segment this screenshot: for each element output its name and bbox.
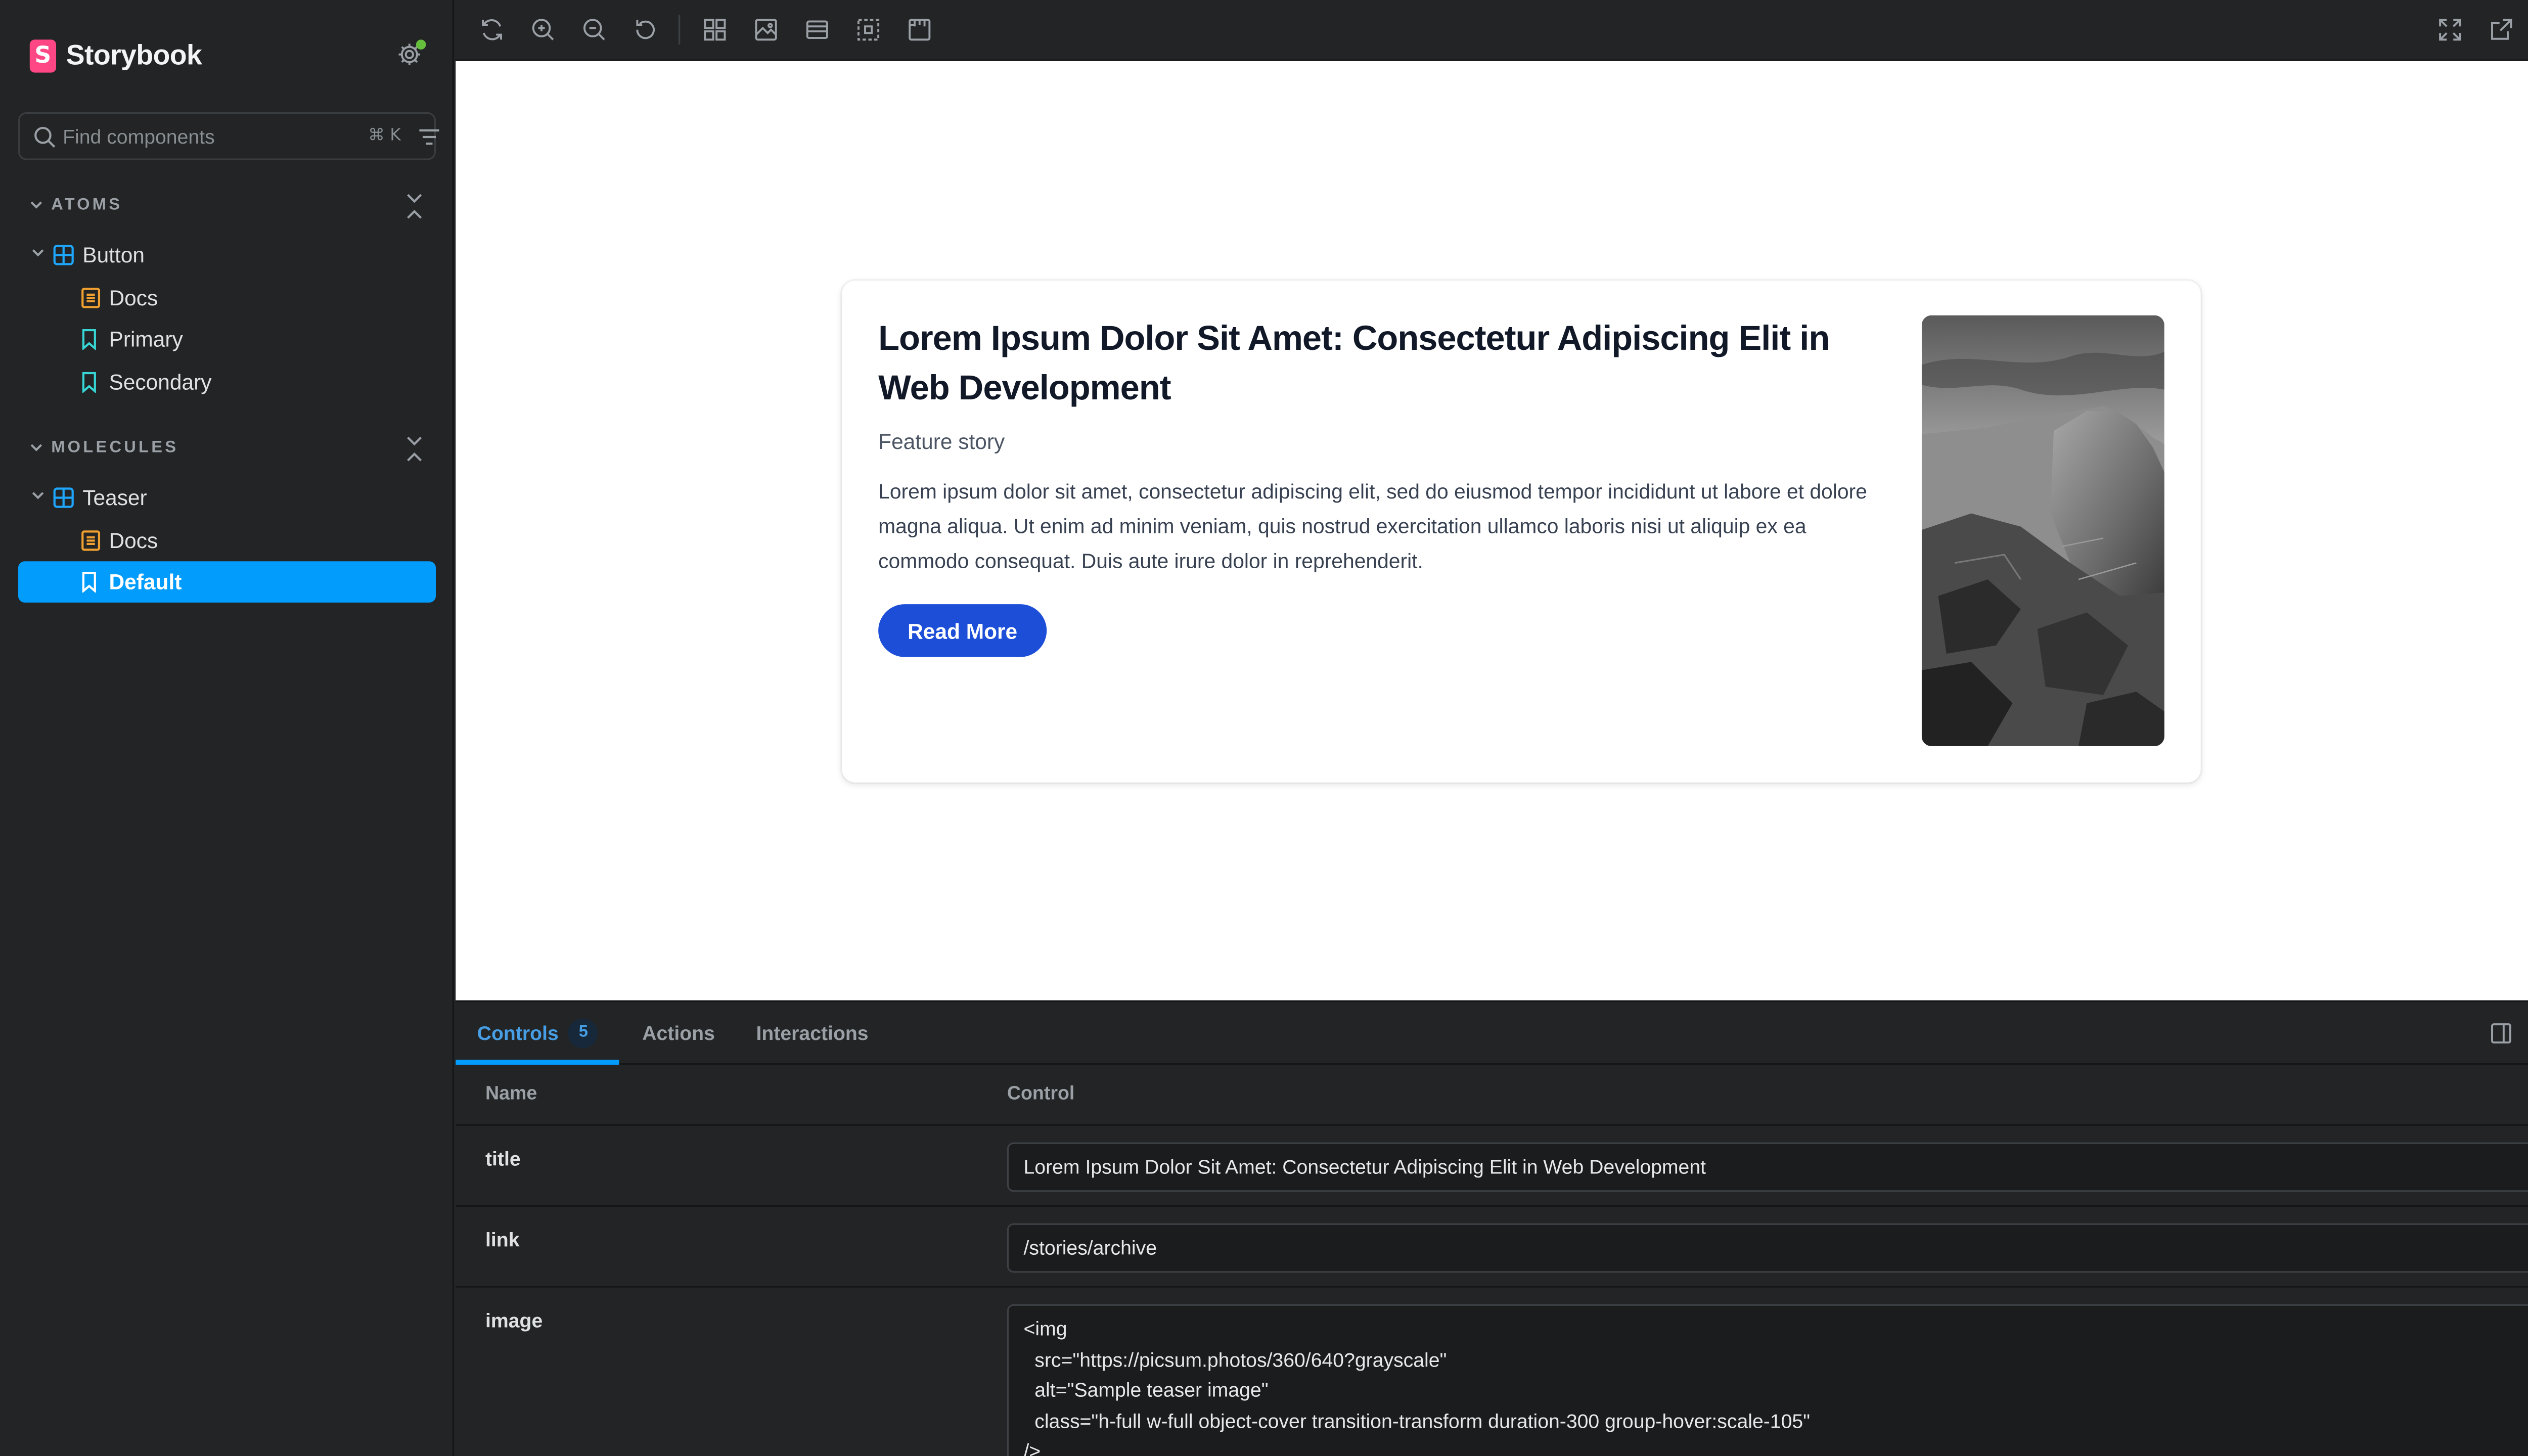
bookmark-icon <box>82 372 96 393</box>
sidebar-item-button-primary[interactable]: Primary <box>18 318 436 360</box>
fullscreen-icon[interactable] <box>2437 17 2463 43</box>
update-indicator <box>416 39 426 50</box>
filter-icon[interactable] <box>418 125 441 149</box>
brand-name: Storybook <box>66 39 202 71</box>
panel-orientation-icon[interactable] <box>2490 1022 2513 1045</box>
sidebar-item-button-docs[interactable]: Docs <box>18 278 436 319</box>
zoom-in-icon[interactable] <box>530 17 556 43</box>
tab-label: Interactions <box>756 1022 869 1045</box>
group-label: ATOMS <box>51 195 123 214</box>
chevron-down-icon <box>30 201 42 209</box>
group-header-molecules[interactable]: MOLECULES <box>28 434 179 461</box>
outline-icon[interactable] <box>855 17 881 43</box>
component-icon <box>53 245 74 265</box>
viewport-icon[interactable] <box>804 17 830 43</box>
title-input[interactable]: Lorem Ipsum Dolor Sit Amet: Consectetur … <box>1007 1142 2528 1192</box>
reset-zoom-icon[interactable] <box>633 17 659 43</box>
sidebar-item-label: Secondary <box>109 370 212 395</box>
link-input[interactable]: /stories/archive <box>1007 1223 2528 1273</box>
search-icon <box>34 126 56 148</box>
tab-interactions[interactable]: Interactions <box>756 1002 869 1065</box>
active-tab-indicator <box>456 1060 619 1065</box>
group-header-atoms[interactable]: ATOMS <box>28 192 123 218</box>
chevron-down-icon <box>30 444 42 451</box>
control-name: link <box>485 1228 520 1252</box>
tab-actions[interactable]: Actions <box>642 1002 715 1065</box>
controls-count-badge: 5 <box>568 1018 599 1049</box>
control-row-title: title Lorem Ipsum Dolor Sit Amet: Consec… <box>456 1126 2528 1207</box>
measure-icon[interactable] <box>907 17 933 43</box>
background-icon[interactable] <box>753 17 779 43</box>
sidebar-item-label: Teaser <box>82 485 147 510</box>
sidebar-item-button[interactable]: Button <box>18 235 436 276</box>
bookmark-icon <box>82 329 96 350</box>
control-name: image <box>485 1309 543 1333</box>
chevron-down-icon <box>32 249 44 257</box>
collapse-all-icon[interactable] <box>403 434 426 464</box>
teaser-title: Lorem Ipsum Dolor Sit Amet: Consectetur … <box>878 320 1830 408</box>
document-icon <box>81 288 101 308</box>
sidebar-item-label: Default <box>109 569 182 595</box>
addon-tabs: Controls 5 Actions Interactions <box>456 1002 2528 1065</box>
sidebar-item-label: Docs <box>109 528 158 553</box>
collapse-all-icon[interactable] <box>403 192 426 221</box>
sidebar-item-label: Primary <box>109 327 183 352</box>
group-label: MOLECULES <box>51 438 179 457</box>
storybook-logo-icon: S <box>29 39 57 73</box>
document-icon <box>81 530 101 551</box>
tab-label: Actions <box>642 1022 715 1045</box>
settings-button[interactable] <box>396 39 426 71</box>
story-canvas: Lorem Ipsum Dolor Sit Amet: Consectetur … <box>456 61 2528 1000</box>
column-control: Control <box>1007 1084 1075 1105</box>
zoom-out-icon[interactable] <box>581 17 607 43</box>
search-box: ⌘ K <box>18 112 439 160</box>
tab-controls[interactable]: Controls 5 <box>477 1002 599 1065</box>
search-input[interactable] <box>63 114 352 159</box>
sidebar-item-label: Button <box>82 242 145 267</box>
read-more-button[interactable]: Read More <box>878 604 1047 657</box>
toolbar-separator <box>679 15 681 45</box>
storybook-logo[interactable]: S Storybook <box>29 39 202 73</box>
control-row-link: link /stories/archive <box>456 1207 2528 1288</box>
search-shortcut: ⌘ K <box>368 127 401 146</box>
component-icon <box>53 487 74 508</box>
sidebar-item-teaser[interactable]: Teaser <box>18 477 436 519</box>
teaser-body: Lorem ipsum dolor sit amet, consectetur … <box>878 480 1867 573</box>
reload-icon[interactable] <box>479 17 505 43</box>
image-textarea[interactable]: <img src="https://picsum.photos/360/640?… <box>1007 1304 2528 1456</box>
tab-label: Controls <box>477 1022 559 1045</box>
control-row-image: image <img src="https://picsum.photos/36… <box>456 1288 2528 1456</box>
preview-toolbar <box>456 0 2528 61</box>
controls-table-header: Name Control <box>456 1065 2528 1126</box>
column-name: Name <box>485 1084 537 1105</box>
sidebar-item-button-secondary[interactable]: Secondary <box>18 361 436 403</box>
bookmark-icon <box>82 571 96 593</box>
sidebar-item-teaser-default[interactable]: Default <box>18 561 436 603</box>
control-name: title <box>485 1147 521 1171</box>
chevron-down-icon <box>32 492 44 499</box>
sidebar-item-label: Docs <box>109 285 158 310</box>
grid-icon[interactable] <box>702 17 728 43</box>
sidebar-item-teaser-docs[interactable]: Docs <box>18 520 436 562</box>
sidebar: S Storybook ⌘ K ATOMS <box>0 0 454 1456</box>
teaser-image <box>1921 315 2164 746</box>
teaser-subtitle: Feature story <box>878 429 1005 454</box>
addons-panel: Controls 5 Actions Interactions Name Con… <box>456 1000 2528 1456</box>
open-new-tab-icon[interactable] <box>2488 17 2514 43</box>
teaser-card: Lorem Ipsum Dolor Sit Amet: Consectetur … <box>842 281 2201 783</box>
